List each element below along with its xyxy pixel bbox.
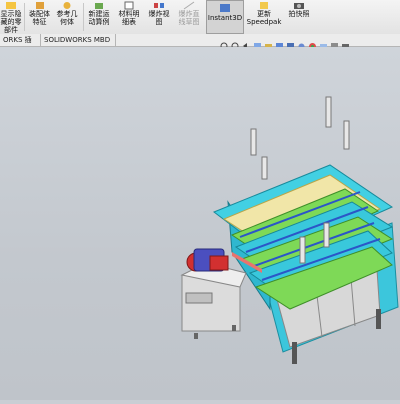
exploded-view-icon (154, 3, 164, 8)
motion-study-icon (95, 3, 103, 9)
explode-line-sketch-label: 爆炸直 线草图 (178, 10, 200, 26)
explode-line-sketch-icon (183, 1, 195, 10)
exploded-view-label: 爆炸视 图 (148, 10, 170, 26)
show-hidden-components-button[interactable]: 显示隐 藏的零 部件 (0, 0, 22, 34)
display-icon[interactable] (341, 36, 350, 49)
explode-line-sketch-button[interactable]: 爆炸直 线草图 (175, 0, 203, 34)
assembly-features-button[interactable]: 装配体 特征 (27, 0, 52, 34)
speedpak-icon (260, 2, 268, 9)
cad-assembly-model (180, 96, 399, 364)
instant3d-icon (220, 4, 230, 12)
tab-addins[interactable]: ORKS 插件 (0, 34, 41, 56)
previous-view-icon[interactable] (242, 36, 251, 49)
instant3d-button[interactable]: Instant3D (206, 0, 244, 34)
section-view-icon[interactable] (253, 36, 262, 50)
command-manager-ribbon: 显示隐 藏的零 部件 装配体 特征 参考几 何体 新建运 动算例 材料明 细表 … (0, 0, 400, 35)
take-snapshot-button[interactable]: 拍快照 (285, 0, 313, 34)
display-style-icon[interactable] (286, 36, 295, 50)
reference-geometry-button[interactable]: 参考几 何体 (54, 0, 80, 34)
reference-geometry-icon (63, 2, 71, 9)
view-settings-icon[interactable] (330, 36, 339, 50)
view-orientation-icon[interactable] (275, 36, 284, 50)
show-hidden-icon (6, 2, 16, 9)
take-snapshot-label: 拍快照 (288, 10, 310, 18)
zoom-area-icon[interactable] (231, 36, 241, 52)
bom-icon (124, 1, 134, 10)
new-motion-study-button[interactable]: 新建运 动算例 (86, 0, 112, 34)
bill-of-materials-button[interactable]: 材料明 细表 (116, 0, 142, 34)
camera-icon (294, 3, 304, 9)
show-hidden-components-label: 显示隐 藏的零 部件 (0, 10, 22, 34)
hide-show-icon[interactable] (297, 36, 306, 50)
tab-solidworks-mbd[interactable]: SOLIDWORKS MBD (41, 34, 116, 46)
apply-scene-icon[interactable] (319, 36, 328, 50)
zoom-fit-icon[interactable] (220, 36, 229, 50)
exploded-view-button[interactable]: 爆炸视 图 (146, 0, 172, 34)
instant3d-label: Instant3D (207, 14, 243, 22)
bill-of-materials-label: 材料明 细表 (118, 10, 140, 26)
new-motion-study-label: 新建运 动算例 (88, 10, 110, 26)
dynamic-annotation-icon[interactable] (264, 36, 273, 49)
update-speedpak-label: 更新 Speedpak (246, 10, 282, 26)
assembly-feature-icon (35, 2, 44, 9)
reference-geometry-label: 参考几 何体 (56, 10, 78, 26)
edit-appearance-icon[interactable] (308, 36, 317, 50)
assembly-features-label: 装配体 特征 (29, 10, 50, 26)
graphics-area[interactable] (0, 47, 400, 400)
update-speedpak-button[interactable]: 更新 Speedpak (247, 0, 281, 34)
